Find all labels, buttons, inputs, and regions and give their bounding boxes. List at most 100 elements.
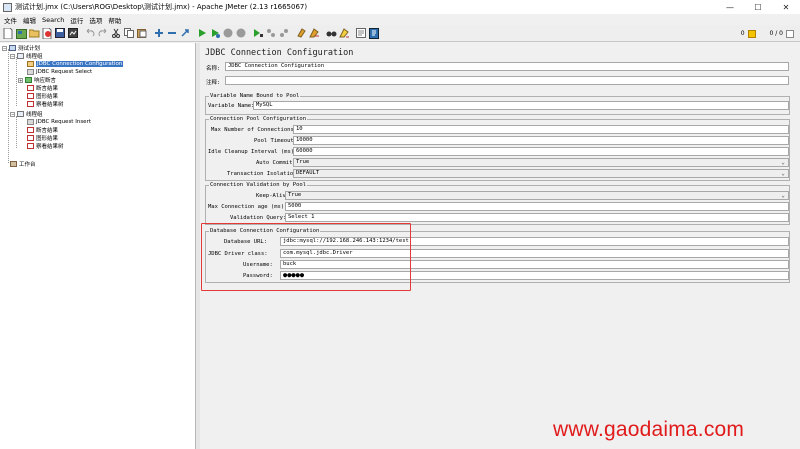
chevron-down-icon[interactable]: ⌄	[779, 192, 787, 199]
keep-alive-select[interactable]: True ⌄	[285, 191, 789, 200]
menu-file[interactable]: 文件	[1, 15, 20, 25]
remote-shutdown-icon[interactable]	[278, 27, 290, 39]
menu-help[interactable]: 帮助	[105, 15, 124, 25]
window-title: 测试计划.jmx (C:\Users\ROG\Desktop\测试计划.jmx)…	[15, 3, 308, 11]
collapse-toggle-icon[interactable]: −	[2, 45, 7, 51]
toggle-icon[interactable]	[179, 27, 191, 39]
clear-icon[interactable]	[295, 27, 307, 39]
reset-search-icon[interactable]	[338, 27, 350, 39]
active-threads: 0 / 0	[769, 30, 783, 37]
copy-icon[interactable]	[123, 27, 135, 39]
tree-label: 线程组	[26, 54, 43, 60]
tree-label: 察看结果树	[36, 144, 64, 150]
help-icon[interactable]	[368, 27, 380, 39]
redo-icon[interactable]	[97, 27, 109, 39]
tree-node-assertion-results-2[interactable]: 断言结果	[27, 126, 58, 134]
clear-all-icon[interactable]	[308, 27, 320, 39]
thread-indicator-icon	[786, 29, 794, 38]
max-connection-age-field[interactable]: 5000	[285, 202, 789, 211]
auto-commit-value: True	[296, 159, 310, 165]
tree-node-jdbc-insert[interactable]: JDBC Request Insert	[27, 118, 91, 126]
listener-icon	[27, 93, 34, 99]
listener-icon	[27, 127, 34, 133]
templates-icon[interactable]	[15, 27, 27, 39]
chevron-down-icon[interactable]: ⌄	[779, 170, 787, 177]
tree-label: 断言结果	[36, 128, 59, 134]
max-connections-field[interactable]: 10	[293, 125, 789, 134]
tree-node-graph-results-1[interactable]: 图形结果	[27, 92, 58, 100]
expand-toggle-icon[interactable]: +	[18, 77, 23, 83]
remote-start-icon[interactable]	[252, 27, 264, 39]
close-window-button[interactable]: ✕	[772, 0, 800, 14]
maximize-button[interactable]: ☐	[744, 0, 772, 14]
tree-node-jdbc-config[interactable]: JDBC Connection Configuration	[27, 60, 124, 68]
expand-icon[interactable]	[153, 27, 165, 39]
listener-icon	[27, 135, 34, 141]
chevron-down-icon[interactable]: ⌄	[779, 159, 787, 166]
thread-group-icon	[17, 53, 24, 59]
tree-label: 察看结果树	[36, 102, 64, 108]
variable-name-field[interactable]: MySQL	[253, 101, 789, 110]
config-element-icon	[27, 61, 34, 67]
panel-title: JDBC Connection Configuration	[205, 48, 354, 58]
start-no-pause-icon[interactable]	[209, 27, 221, 39]
menu-search[interactable]: Search	[39, 16, 67, 24]
warning-icon[interactable]	[747, 29, 756, 38]
tree-node-thread-group-1[interactable]: − 线程组	[10, 52, 43, 60]
menu-edit[interactable]: 编辑	[20, 15, 39, 25]
search-icon[interactable]	[325, 27, 337, 39]
function-helper-icon[interactable]	[355, 27, 367, 39]
collapse-icon[interactable]	[166, 27, 178, 39]
tree-node-jdbc-select[interactable]: JDBC Request Select	[27, 68, 92, 76]
pool-timeout-field[interactable]: 10000	[293, 136, 789, 145]
auto-commit-select[interactable]: True ⌄	[293, 158, 789, 167]
undo-icon[interactable]	[84, 27, 96, 39]
tree-node-view-results-tree-2[interactable]: 察看结果树	[27, 142, 64, 150]
idle-cleanup-field[interactable]: 60000	[293, 147, 789, 156]
menu-run[interactable]: 运行	[67, 15, 86, 25]
tree-node-assertion-results-1[interactable]: 断言结果	[27, 84, 58, 92]
group-title: Variable Name Bound to Pool	[209, 93, 301, 99]
validation-query-field[interactable]: Select 1	[285, 213, 789, 222]
tree-label: 断言结果	[36, 86, 59, 92]
paste-icon[interactable]	[136, 27, 148, 39]
save-icon[interactable]	[54, 27, 66, 39]
tree-label: 线程组	[26, 112, 43, 118]
remote-stop-icon[interactable]	[265, 27, 277, 39]
listener-icon	[27, 85, 34, 91]
listener-icon	[27, 143, 34, 149]
shutdown-icon[interactable]	[235, 27, 247, 39]
tree-label: 响应断言	[34, 78, 57, 84]
tree-node-response-assertion[interactable]: + 响应断言	[18, 76, 56, 84]
stop-icon[interactable]	[222, 27, 234, 39]
new-icon[interactable]	[2, 27, 14, 39]
tree-node-test-plan[interactable]: − 测试计划	[2, 44, 40, 52]
tree-node-thread-group-2[interactable]: − 线程组	[10, 110, 43, 118]
toolbar: 0 0 / 0	[0, 25, 800, 42]
tree-node-view-results-tree-1[interactable]: 察看结果树	[27, 100, 64, 108]
open-icon[interactable]	[28, 27, 40, 39]
tree-label: 测试计划	[18, 46, 41, 52]
variable-name-label: Variable Name:	[208, 103, 255, 109]
save-as-image-icon[interactable]	[67, 27, 79, 39]
watermark: www.gaodaima.com	[553, 418, 745, 441]
name-field[interactable]: JDBC Connection Configuration	[225, 62, 789, 71]
tree-node-graph-results-2[interactable]: 图形结果	[27, 134, 58, 142]
comments-field[interactable]	[225, 76, 789, 85]
cut-icon[interactable]	[110, 27, 122, 39]
connection-pool-group: Connection Pool Configuration Max Number…	[205, 116, 790, 181]
collapse-toggle-icon[interactable]: −	[10, 111, 15, 117]
tree-node-workbench[interactable]: 工作台	[10, 160, 36, 168]
highlight-annotation-box	[201, 223, 411, 291]
transaction-isolation-label: Transaction Isolation:	[227, 171, 300, 177]
menu-options[interactable]: 选项	[86, 15, 105, 25]
start-icon[interactable]	[196, 27, 208, 39]
validation-query-label: Validation Query:	[230, 215, 287, 221]
listener-icon	[27, 101, 34, 107]
transaction-isolation-select[interactable]: DEFAULT ⌄	[293, 169, 789, 178]
transaction-isolation-value: DEFAULT	[296, 170, 320, 176]
close-icon[interactable]	[41, 27, 53, 39]
collapse-toggle-icon[interactable]: −	[10, 53, 15, 59]
group-title: Connection Pool Configuration	[209, 116, 308, 122]
minimize-button[interactable]: —	[716, 0, 744, 14]
